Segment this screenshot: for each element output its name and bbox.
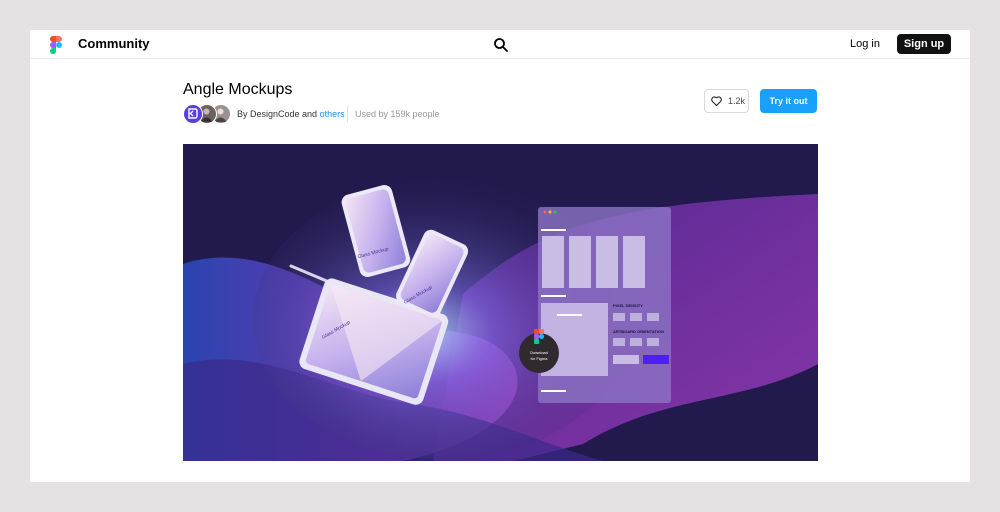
creator-byline: By DesignCode and others bbox=[237, 109, 345, 119]
signup-button[interactable]: Sign up bbox=[897, 34, 951, 54]
pixel-density-label: PIXEL DENSITY bbox=[613, 303, 643, 308]
byline-prefix: By DesignCode and bbox=[237, 109, 318, 119]
community-link[interactable]: Community bbox=[78, 36, 150, 51]
page-title: Angle Mockups bbox=[183, 81, 293, 98]
heart-icon bbox=[711, 96, 722, 106]
badge-line-2: for Figma bbox=[531, 356, 549, 361]
designcode-logo-icon bbox=[188, 108, 198, 119]
try-it-out-button[interactable]: Try it out bbox=[760, 89, 817, 113]
top-navbar: Community Log in Sign up bbox=[30, 30, 970, 59]
search-icon[interactable] bbox=[493, 37, 509, 53]
badge-line-1: Download bbox=[530, 350, 548, 355]
artboard-orientation-label: ARTBOARD ORIENTATION bbox=[613, 329, 664, 334]
creator-avatars[interactable] bbox=[183, 104, 233, 124]
figma-logo-icon[interactable] bbox=[50, 36, 62, 54]
hero-image: Glass Mockup Glass Mockup Glass Mockup P… bbox=[183, 144, 818, 461]
others-link[interactable]: others bbox=[320, 109, 345, 119]
like-count: 1.2k bbox=[728, 96, 746, 106]
page-window: Community Log in Sign up Angle Mockups B… bbox=[30, 30, 970, 482]
avatar-designcode[interactable] bbox=[183, 104, 203, 124]
like-button[interactable]: 1.2k bbox=[704, 89, 749, 113]
usage-count: Used by 159k people bbox=[355, 109, 440, 119]
login-link[interactable]: Log in bbox=[850, 38, 880, 50]
byline-divider bbox=[347, 106, 348, 122]
